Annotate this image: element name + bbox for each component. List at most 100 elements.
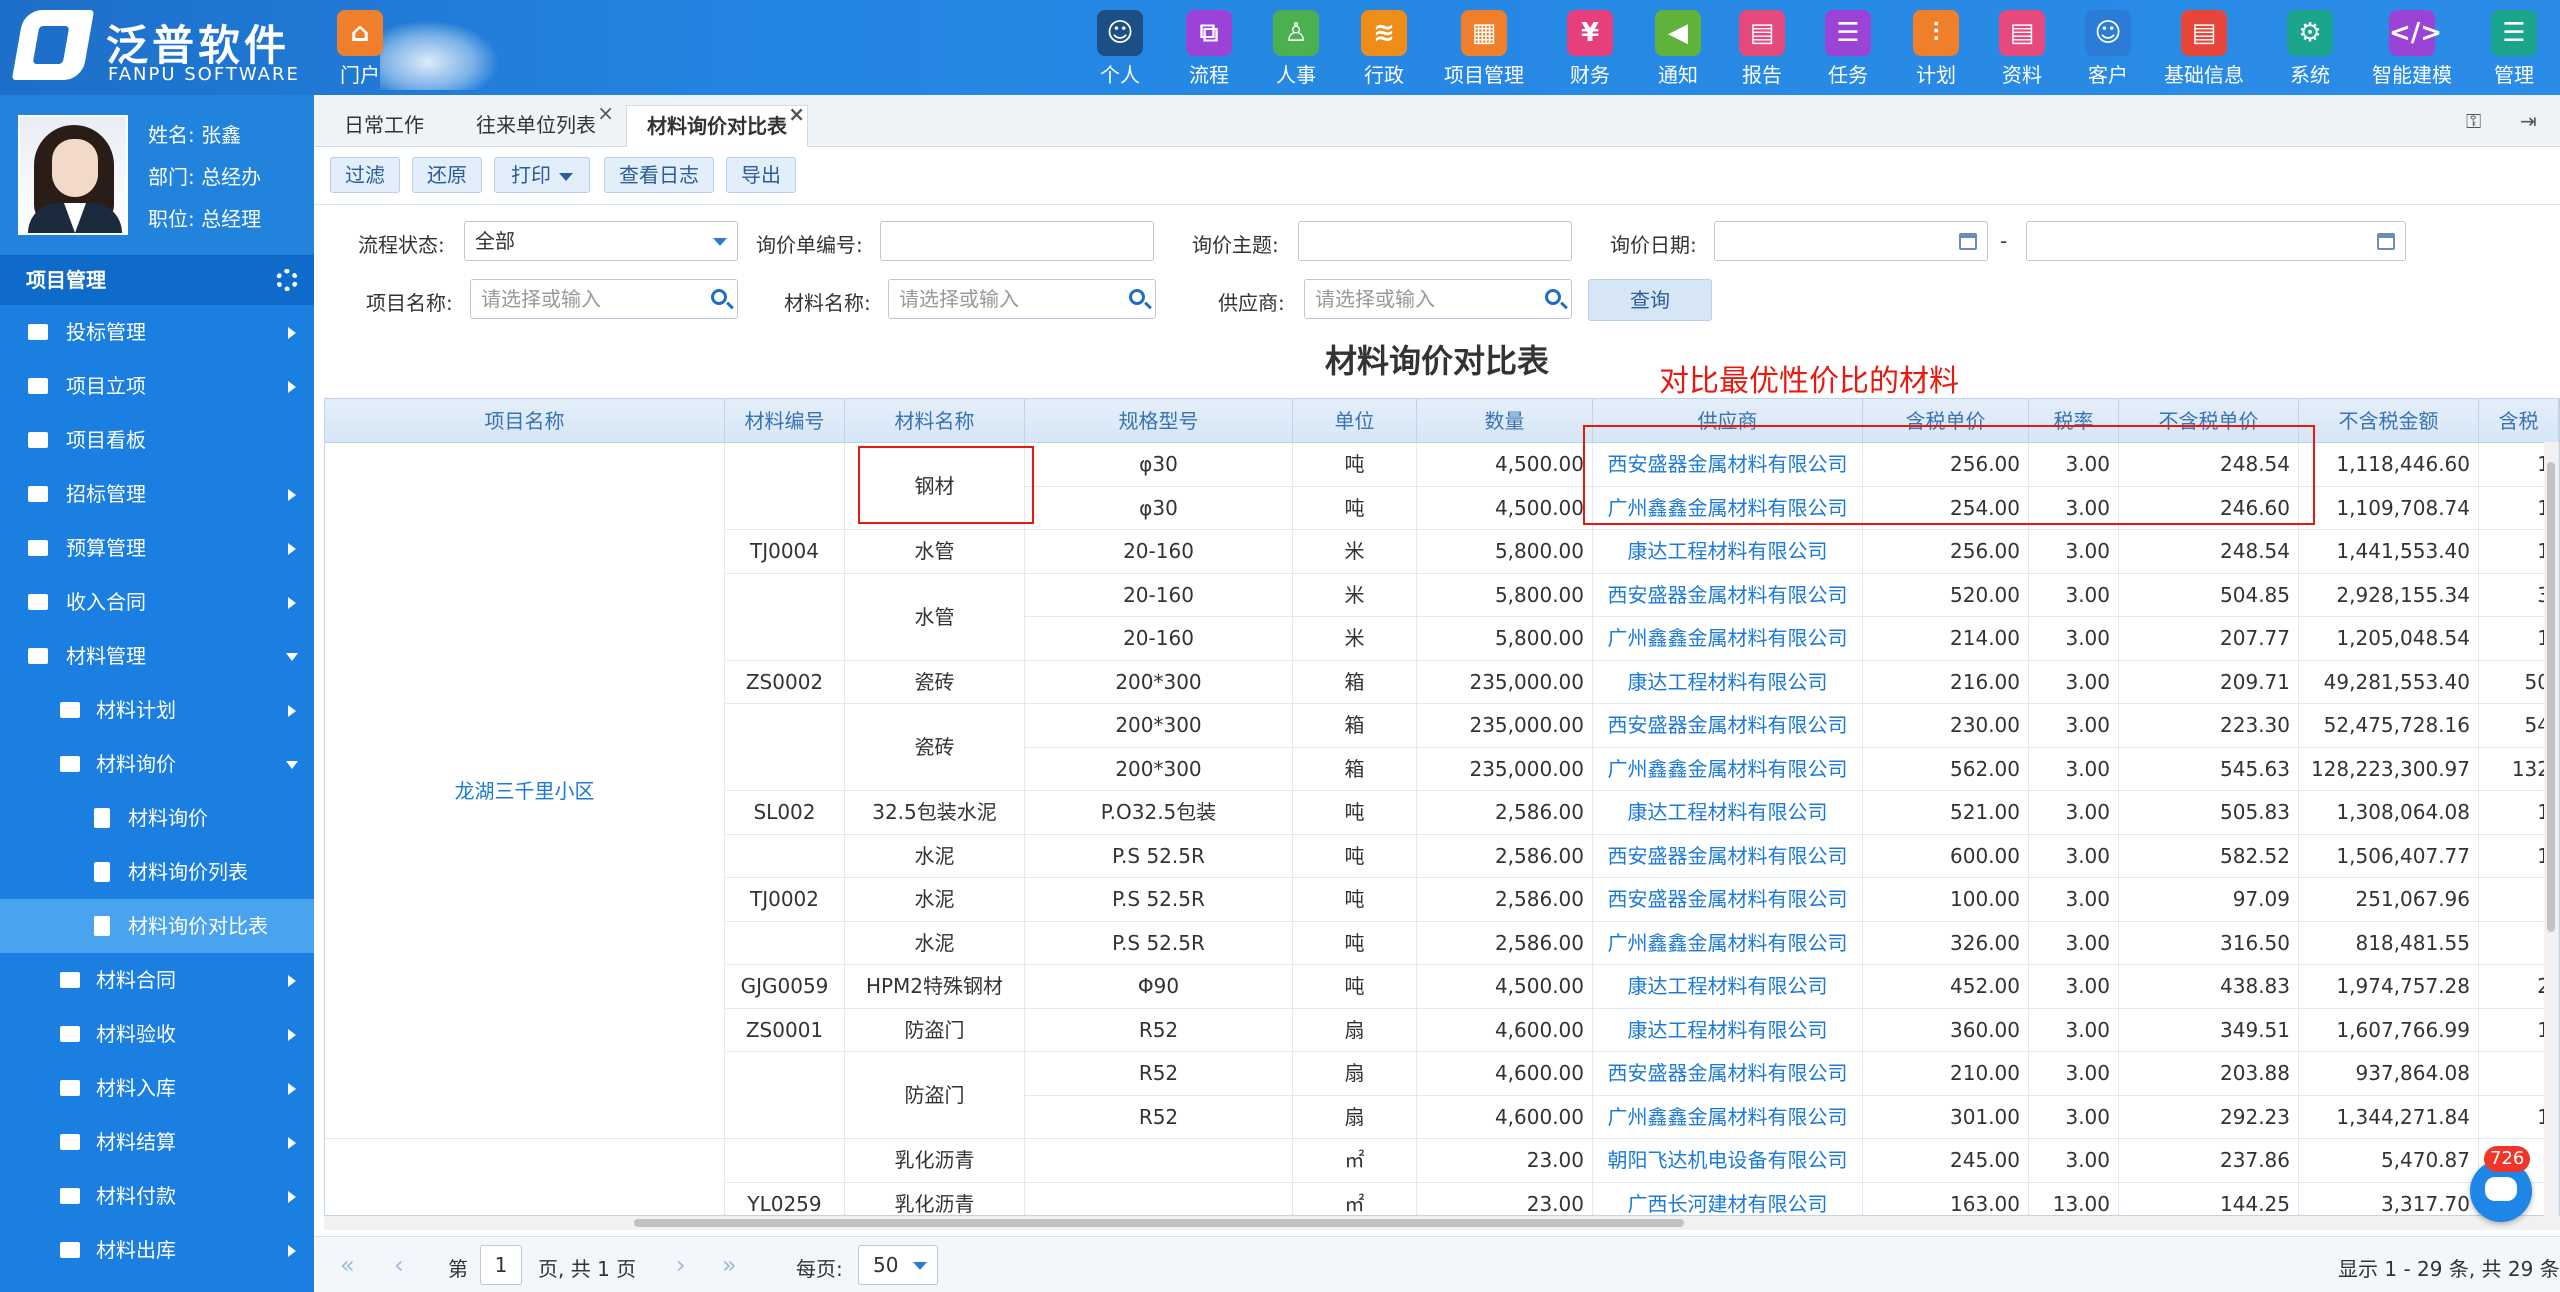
column-header[interactable]: 单位: [1293, 399, 1417, 443]
search-icon[interactable]: [1129, 289, 1145, 305]
column-header[interactable]: 数量: [1417, 399, 1593, 443]
print-button[interactable]: 打印: [494, 157, 590, 193]
exit-icon[interactable]: ⇥: [2520, 109, 2537, 133]
table-cell[interactable]: 广州鑫鑫金属材料有限公司: [1593, 617, 1863, 661]
table-cell: 214.00: [1863, 617, 2029, 661]
key-icon[interactable]: ⚿: [2466, 109, 2481, 133]
table-cell[interactable]: 广州鑫鑫金属材料有限公司: [1593, 747, 1863, 791]
filter-form: 流程状态: 全部 询价单编号: 询价主题: 询价日期: - 项目名称: 请选择或…: [314, 205, 2560, 325]
column-header[interactable]: 材料编号: [725, 399, 845, 443]
table-cell[interactable]: 康达工程材料有限公司: [1593, 1008, 1863, 1052]
table-cell[interactable]: 康达工程材料有限公司: [1593, 530, 1863, 574]
reset-button[interactable]: 还原: [412, 157, 482, 193]
table-cell[interactable]: 西安盛器金属材料有限公司: [1593, 704, 1863, 748]
table-cell[interactable]: 西安盛器金属材料有限公司: [1593, 1052, 1863, 1096]
sidebar-item[interactable]: 材料验收: [0, 1007, 314, 1061]
table-cell[interactable]: 西安盛器金属材料有限公司: [1593, 573, 1863, 617]
view-log-button[interactable]: 查看日志: [604, 157, 714, 193]
sidebar-item[interactable]: 材料询价: [0, 737, 314, 791]
nav-docs[interactable]: ▤ 资料: [1978, 6, 2066, 92]
sidebar-item[interactable]: 招标管理: [0, 467, 314, 521]
table-cell[interactable]: 广州鑫鑫金属材料有限公司: [1593, 1095, 1863, 1139]
nav-basic-info[interactable]: ▤ 基础信息: [2160, 6, 2248, 92]
nav-manage[interactable]: ☰ 管理: [2470, 6, 2558, 92]
nav-task[interactable]: ☰ 任务: [1804, 6, 1892, 92]
scroll-thumb[interactable]: [2547, 462, 2555, 932]
sidebar-item[interactable]: 预算管理: [0, 521, 314, 575]
search-icon[interactable]: [711, 289, 727, 305]
nav-modeling[interactable]: </> 智能建模: [2368, 6, 2456, 92]
project-name-cell[interactable]: 龙湖三千里小区: [325, 443, 725, 1139]
last-page-icon[interactable]: »: [722, 1251, 737, 1279]
inquiry-no-input[interactable]: [880, 221, 1154, 261]
sidebar-item[interactable]: 投标管理: [0, 305, 314, 359]
nav-flow[interactable]: ⧉ 流程: [1165, 6, 1253, 92]
table-cell[interactable]: 康达工程材料有限公司: [1593, 660, 1863, 704]
nav-report[interactable]: ▤ 报告: [1718, 6, 1806, 92]
table-cell[interactable]: 广州鑫鑫金属材料有限公司: [1593, 921, 1863, 965]
table-cell[interactable]: 西安盛器金属材料有限公司: [1593, 878, 1863, 922]
sidebar-item[interactable]: 材料合同: [0, 953, 314, 1007]
column-header[interactable]: 规格型号: [1025, 399, 1293, 443]
subject-input[interactable]: [1298, 221, 1572, 261]
horizontal-scrollbar[interactable]: [324, 1216, 2560, 1230]
status-select[interactable]: 全部: [464, 221, 738, 261]
column-header[interactable]: 含税: [2479, 399, 2559, 443]
calendar-icon[interactable]: [2377, 233, 2395, 250]
nav-project[interactable]: ▦ 项目管理: [1440, 6, 1528, 92]
nav-finance[interactable]: ¥ 财务: [1546, 6, 1634, 92]
sidebar-item[interactable]: 项目立项: [0, 359, 314, 413]
sidebar-item[interactable]: 材料结算: [0, 1115, 314, 1169]
table-cell[interactable]: 西安盛器金属材料有限公司: [1593, 834, 1863, 878]
project-input[interactable]: 请选择或输入: [470, 279, 738, 319]
search-icon[interactable]: [1545, 289, 1561, 305]
sidebar-item[interactable]: 材料管理: [0, 629, 314, 683]
tab-label: 日常工作: [344, 113, 424, 137]
per-page-select[interactable]: 50: [858, 1245, 938, 1285]
close-icon[interactable]: ×: [788, 94, 805, 134]
table-cell[interactable]: 广西长河建材有限公司: [1593, 1182, 1863, 1215]
nav-hr[interactable]: ♙ 人事: [1252, 6, 1340, 92]
scroll-thumb[interactable]: [634, 1219, 1684, 1227]
column-header[interactable]: 不含税金额: [2299, 399, 2479, 443]
nav-notice[interactable]: ◀ 通知: [1634, 6, 1722, 92]
close-icon[interactable]: ×: [597, 93, 614, 133]
gear-icon[interactable]: [276, 269, 298, 291]
table-cell[interactable]: 朝阳飞达机电设备有限公司: [1593, 1139, 1863, 1183]
column-header[interactable]: 项目名称: [325, 399, 725, 443]
tab-partner-list[interactable]: 往来单位列表 ×: [456, 101, 616, 147]
material-input[interactable]: 请选择或输入: [888, 279, 1156, 319]
nav-plan[interactable]: ⫶ 计划: [1892, 6, 1980, 92]
nav-customer[interactable]: ☺ 客户: [2064, 6, 2152, 92]
nav-system[interactable]: ⚙ 系统: [2266, 6, 2354, 92]
sidebar-item[interactable]: 收入合同: [0, 575, 314, 629]
calendar-icon[interactable]: [1959, 233, 1977, 250]
query-button[interactable]: 查询: [1588, 279, 1712, 321]
sidebar-item[interactable]: 材料询价对比表: [0, 899, 314, 953]
nav-admin[interactable]: ≋ 行政: [1340, 6, 1428, 92]
export-button[interactable]: 导出: [726, 157, 796, 193]
nav-person[interactable]: ☺ 个人: [1076, 6, 1164, 92]
nav-home[interactable]: ⌂ 门户: [316, 6, 404, 92]
filter-button[interactable]: 过滤: [330, 157, 400, 193]
prev-page-icon[interactable]: ‹: [394, 1251, 404, 1279]
first-page-icon[interactable]: «: [340, 1251, 355, 1279]
table-cell[interactable]: 康达工程材料有限公司: [1593, 791, 1863, 835]
sidebar-item[interactable]: 项目看板: [0, 413, 314, 467]
sidebar-item[interactable]: 材料出库: [0, 1223, 314, 1277]
sidebar-item[interactable]: 材料付款: [0, 1169, 314, 1223]
column-header[interactable]: 材料名称: [845, 399, 1025, 443]
sidebar-item[interactable]: 材料入库: [0, 1061, 314, 1115]
page-number-input[interactable]: 1: [480, 1245, 522, 1285]
sidebar-item[interactable]: 材料计划: [0, 683, 314, 737]
sidebar-item[interactable]: 材料询价: [0, 791, 314, 845]
tab-inquiry-comparison[interactable]: 材料询价对比表 ×: [626, 102, 808, 147]
date-start-input[interactable]: [1714, 221, 1988, 261]
vertical-scrollbar[interactable]: [2544, 442, 2558, 1216]
date-end-input[interactable]: [2026, 221, 2406, 261]
table-cell[interactable]: 康达工程材料有限公司: [1593, 965, 1863, 1009]
tab-daily-work[interactable]: 日常工作: [324, 105, 444, 147]
sidebar-item[interactable]: 材料询价列表: [0, 845, 314, 899]
next-page-icon[interactable]: ›: [676, 1251, 686, 1279]
supplier-input[interactable]: 请选择或输入: [1304, 279, 1572, 319]
